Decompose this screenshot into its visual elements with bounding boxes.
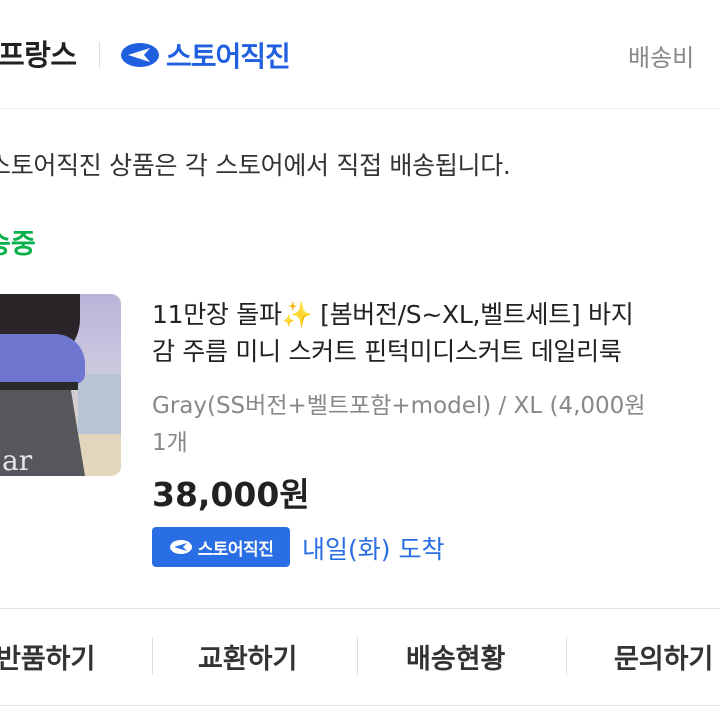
- product-title[interactable]: 11만장 돌파✨ [봄버전/S~XL,벨트세트] 바지 감 주름 미니 스커트 …: [152, 296, 720, 370]
- delivery-tracking-button[interactable]: 배송현황: [406, 637, 505, 676]
- exchange-button[interactable]: 교환하기: [198, 637, 297, 676]
- action-divider: [357, 637, 358, 675]
- store-direct-logo-icon: [121, 43, 159, 67]
- header-divider: [99, 42, 100, 68]
- product-price: 38,000원: [152, 475, 310, 514]
- product-quantity: 1개: [152, 430, 188, 456]
- thumbnail-shirt: [0, 334, 85, 384]
- product-title-line2: 감 주름 미니 스커트 핀턱미디스커트 데일리룩: [152, 337, 622, 366]
- thumbnail-watermark: ar: [2, 444, 33, 476]
- store-direct-badge: 스토어직진: [120, 35, 291, 75]
- shipping-fee-link[interactable]: 배송비: [628, 38, 694, 73]
- thumbnail-belt: [0, 382, 78, 390]
- product-option: Gray(SS버전+벨트포함+model) / XL (4,000원: [152, 393, 646, 419]
- thumbnail-sea: [78, 374, 121, 434]
- thumbnail-sand: [78, 434, 121, 476]
- product-thumbnail[interactable]: ar: [0, 294, 121, 476]
- arrival-date: 내일(화) 도착: [302, 535, 445, 564]
- order-status: 송중: [0, 229, 36, 260]
- store-name[interactable]: 프랑스: [0, 32, 77, 74]
- action-divider: [152, 637, 153, 675]
- delivery-badge-label: 스토어직진: [197, 539, 274, 560]
- action-divider: [566, 637, 567, 675]
- header: 프랑스 스토어직진 배송비: [0, 0, 720, 109]
- return-button[interactable]: 반품하기: [0, 637, 95, 676]
- shipping-notice: 스토어직진 상품은 각 스토어에서 직접 배송됩니다.: [0, 151, 511, 180]
- order-action-bar: 반품하기 교환하기 배송현황 문의하기: [0, 608, 720, 706]
- delivery-badge: 스토어직진: [152, 527, 290, 567]
- store-direct-label: 스토어직진: [166, 40, 291, 73]
- store-direct-small-logo-icon: [169, 540, 192, 554]
- inquiry-button[interactable]: 문의하기: [614, 637, 713, 676]
- product-title-line1: 11만장 돌파✨ [봄버전/S~XL,벨트세트] 바지: [152, 300, 634, 329]
